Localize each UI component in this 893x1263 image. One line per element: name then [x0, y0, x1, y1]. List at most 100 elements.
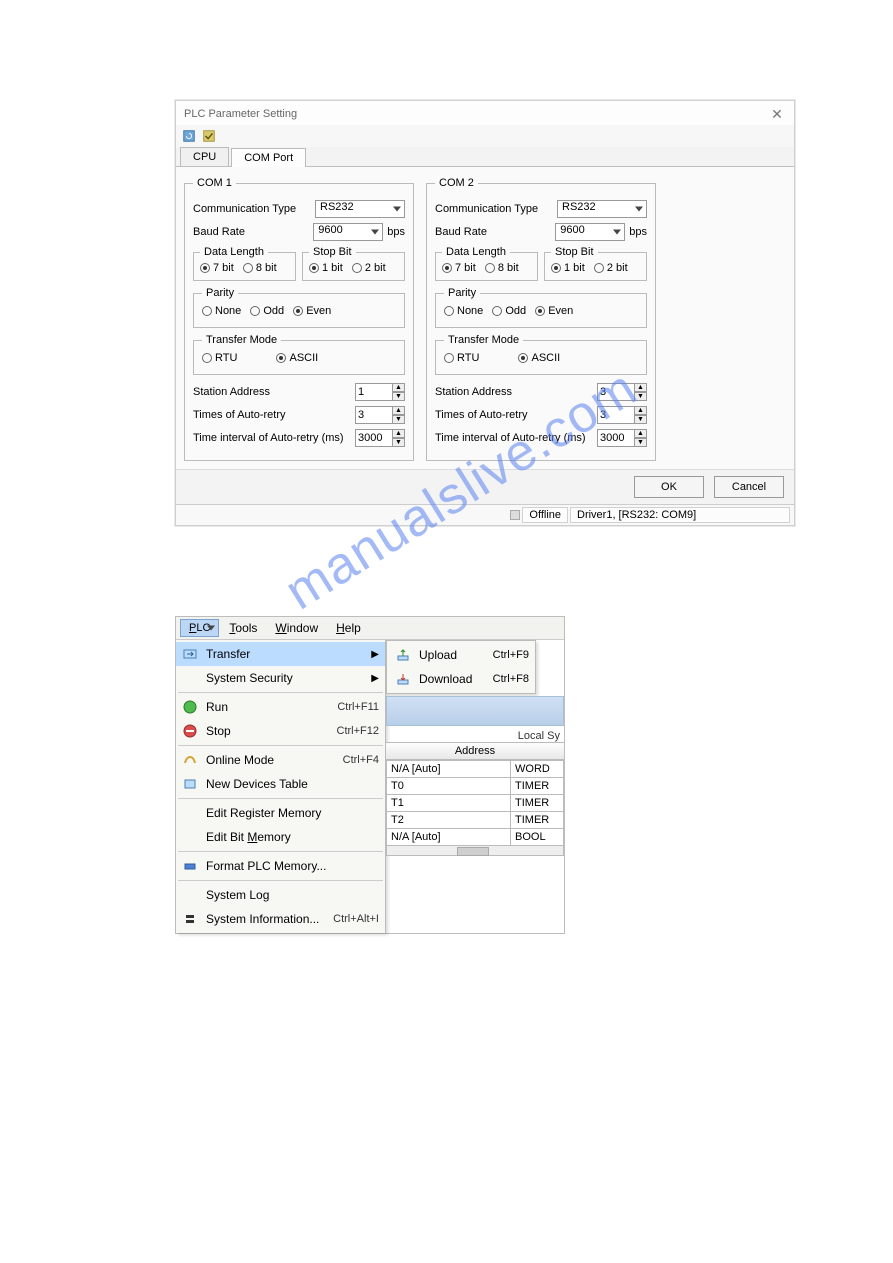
menubar-plc[interactable]: PLC: [180, 619, 219, 637]
menu-separator: [178, 692, 383, 693]
flyout-upload-label: Upload: [419, 648, 457, 662]
menu-edit-bit-memory[interactable]: Edit Bit Memory: [176, 825, 385, 849]
dialog-statusbar: Offline Driver1, [RS232: COM9]: [176, 504, 794, 525]
com2-datalength-group: Data Length 7 bit 8 bit: [435, 246, 538, 281]
com1-transfer-rtu-radio[interactable]: RTU: [202, 352, 237, 364]
horizontal-scrollbar[interactable]: [387, 845, 563, 855]
com1-commtype-select[interactable]: RS232: [315, 200, 405, 218]
com2-stopbit-legend: Stop Bit: [551, 246, 598, 258]
com1-retry-spinner[interactable]: ▲▼: [355, 406, 405, 424]
format-icon: [180, 859, 200, 873]
spinner-arrows-icon[interactable]: ▲▼: [635, 383, 647, 401]
com2-station-spinner[interactable]: ▲▼: [597, 383, 647, 401]
table-row[interactable]: N/A [Auto]BOOL: [387, 828, 563, 845]
com1-dl-7bit-radio[interactable]: 7 bit: [200, 262, 234, 274]
menu-transfer[interactable]: Transfer ▶: [176, 642, 385, 666]
menu-stop[interactable]: Stop Ctrl+F12: [176, 719, 385, 743]
menubar-help[interactable]: Help: [328, 619, 369, 637]
spinner-arrows-icon[interactable]: ▲▼: [635, 429, 647, 447]
com1-transfer-group: Transfer Mode RTU ASCII: [193, 334, 405, 375]
com2-legend: COM 2: [435, 177, 478, 189]
ok-button[interactable]: OK: [634, 476, 704, 498]
menu-edit-register-memory[interactable]: Edit Register Memory: [176, 801, 385, 825]
com2-station-label: Station Address: [435, 386, 597, 398]
menubar-tools[interactable]: Tools: [221, 619, 265, 637]
menu-online-mode[interactable]: Online Mode Ctrl+F4: [176, 748, 385, 772]
menu-separator: [178, 798, 383, 799]
menu-online-label: Online Mode: [206, 753, 274, 767]
com2-commtype-select[interactable]: RS232: [557, 200, 647, 218]
menu-format-label: Format PLC Memory...: [206, 859, 326, 873]
com2-panel: COM 2 Communication Type RS232 Baud Rate…: [426, 177, 656, 461]
table-row[interactable]: N/A [Auto]WORD: [387, 760, 563, 777]
com1-datalength-legend: Data Length: [200, 246, 268, 258]
com1-transfer-ascii-radio[interactable]: ASCII: [276, 352, 318, 364]
com1-sb-2bit-radio[interactable]: 2 bit: [352, 262, 386, 274]
address-cell: T2: [387, 812, 511, 828]
menu-new-devices-table[interactable]: New Devices Table: [176, 772, 385, 796]
com2-parity-even-radio[interactable]: Even: [535, 305, 573, 317]
table-row[interactable]: T2TIMER: [387, 811, 563, 828]
com1-retryms-input[interactable]: [355, 429, 393, 447]
com2-parity-none-radio[interactable]: None: [444, 305, 483, 317]
radio-dot-icon: [352, 263, 362, 273]
com1-dl-8bit-radio[interactable]: 8 bit: [243, 262, 277, 274]
com1-legend: COM 1: [193, 177, 236, 189]
tab-com-port[interactable]: COM Port: [231, 148, 306, 167]
flyout-download[interactable]: Download Ctrl+F8: [387, 667, 535, 691]
com2-retry-input[interactable]: [597, 406, 635, 424]
spinner-arrows-icon[interactable]: ▲▼: [393, 383, 405, 401]
com2-baud-select[interactable]: 9600: [555, 223, 625, 241]
menu-system-info-label: System Information...: [206, 912, 319, 926]
com2-retryms-input[interactable]: [597, 429, 635, 447]
menu-format-plc-memory[interactable]: Format PLC Memory...: [176, 854, 385, 878]
toolbar-refresh-button[interactable]: [180, 127, 198, 145]
com2-retryms-spinner[interactable]: ▲▼: [597, 429, 647, 447]
table-row[interactable]: T0TIMER: [387, 777, 563, 794]
com1-parity-odd-radio[interactable]: Odd: [250, 305, 284, 317]
menubar-window[interactable]: Window: [267, 619, 326, 637]
dialog-toolbar: [176, 125, 794, 147]
com2-transfer-legend: Transfer Mode: [444, 334, 523, 346]
spinner-arrows-icon[interactable]: ▲▼: [635, 406, 647, 424]
com1-station-input[interactable]: [355, 383, 393, 401]
com2-retry-label: Times of Auto-retry: [435, 409, 597, 421]
menu-system-information[interactable]: System Information... Ctrl+Alt+I: [176, 907, 385, 931]
menu-edit-register-label: Edit Register Memory: [206, 806, 321, 820]
com2-parity-odd-radio[interactable]: Odd: [492, 305, 526, 317]
grid-body: N/A [Auto]WORD T0TIMER T1TIMER T2TIMER N…: [386, 760, 564, 856]
spinner-arrows-icon[interactable]: ▲▼: [393, 406, 405, 424]
menu-run[interactable]: Run Ctrl+F11: [176, 695, 385, 719]
flyout-upload[interactable]: Upload Ctrl+F9: [387, 643, 535, 667]
com1-retryms-spinner[interactable]: ▲▼: [355, 429, 405, 447]
com1-parity-none-radio[interactable]: None: [202, 305, 241, 317]
com2-station-input[interactable]: [597, 383, 635, 401]
toolbar-apply-button[interactable]: [200, 127, 218, 145]
menu-system-log[interactable]: System Log: [176, 883, 385, 907]
com2-dl-8bit-radio[interactable]: 8 bit: [485, 262, 519, 274]
com2-transfer-ascii-radio[interactable]: ASCII: [518, 352, 560, 364]
com1-baud-select[interactable]: 9600: [313, 223, 383, 241]
com2-transfer-rtu-radio[interactable]: RTU: [444, 352, 479, 364]
radio-dot-icon: [518, 353, 528, 363]
com2-sb-1bit-radio[interactable]: 1 bit: [551, 262, 585, 274]
com2-dl-7bit-radio[interactable]: 7 bit: [442, 262, 476, 274]
tab-cpu[interactable]: CPU: [180, 147, 229, 166]
com1-retry-input[interactable]: [355, 406, 393, 424]
com2-retry-spinner[interactable]: ▲▼: [597, 406, 647, 424]
com1-parity-even-radio[interactable]: Even: [293, 305, 331, 317]
com2-sb-2bit-radio[interactable]: 2 bit: [594, 262, 628, 274]
close-button[interactable]: ✕: [766, 105, 788, 123]
radio-dot-icon: [202, 353, 212, 363]
radio-dot-icon: [293, 306, 303, 316]
com1-baud-label: Baud Rate: [193, 226, 313, 238]
spinner-arrows-icon[interactable]: ▲▼: [393, 429, 405, 447]
com1-datalength-group: Data Length 7 bit 8 bit: [193, 246, 296, 281]
type-cell: TIMER: [511, 795, 563, 811]
com2-parity-legend: Parity: [444, 287, 480, 299]
com1-sb-1bit-radio[interactable]: 1 bit: [309, 262, 343, 274]
menu-system-security[interactable]: System Security ▶: [176, 666, 385, 690]
table-row[interactable]: T1TIMER: [387, 794, 563, 811]
com1-station-spinner[interactable]: ▲▼: [355, 383, 405, 401]
cancel-button[interactable]: Cancel: [714, 476, 784, 498]
